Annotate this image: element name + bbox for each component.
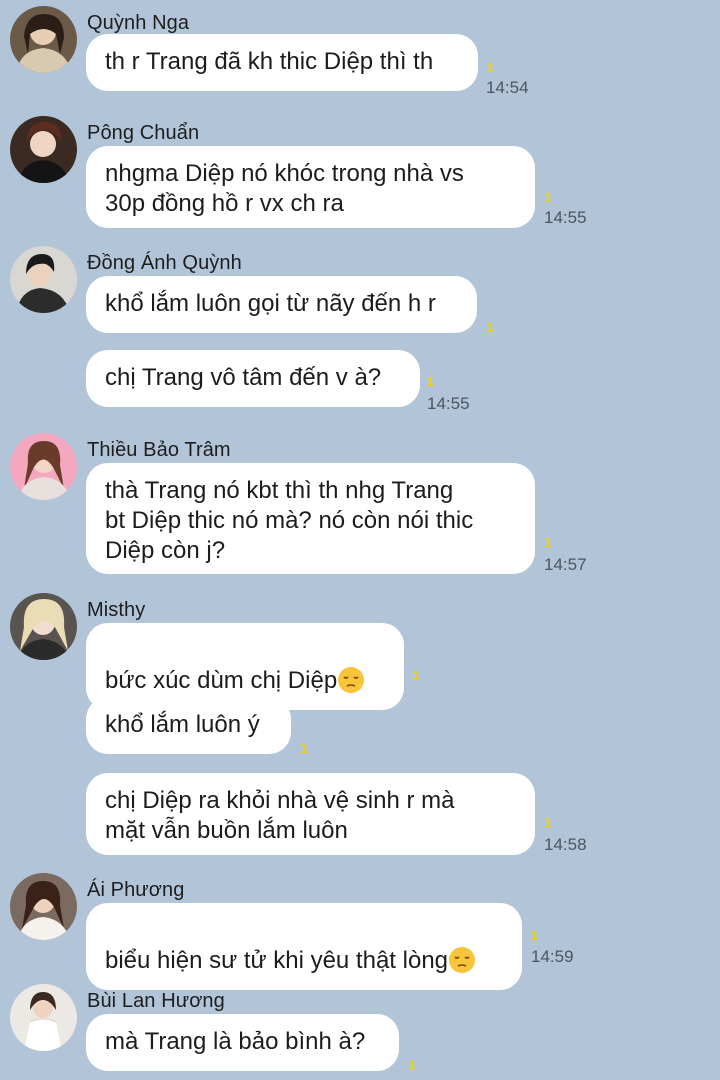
message-time: 14:58 [544,835,587,854]
avatar-dong-anh-quynh[interactable] [10,246,77,313]
message-bubble[interactable]: thà Trang nó kbt thì th nhg Trang bt Diệ… [86,463,535,574]
message-bubble[interactable]: mà Trang là bảo bình à? [86,1014,399,1071]
sender-name: Đồng Ánh Quỳnh [87,252,242,274]
sender-name: Ái Phương [87,879,185,901]
message: khổ lắm luôn gọi từ nãy đến h r [86,276,477,333]
sender-name: Pông Chuẩn [87,122,200,144]
message-text: biểu hiện sư tử khi yêu thật lòng [105,947,449,974]
avatar-bui-lan-huong[interactable] [10,984,77,1051]
message-time: 14:54 [486,78,529,97]
unread-count: 1 [531,928,539,943]
message-time: 14:55 [544,208,587,227]
avatar-thieu-bao-tram[interactable] [10,433,77,500]
message-time: 14:57 [544,555,587,574]
unread-count: 1 [412,668,420,683]
message-time: 14:55 [427,394,470,413]
unread-count: 1 [300,741,308,756]
message-text: bức xúc dùm chị Diệp [105,667,338,694]
message: biểu hiện sư tử khi yêu thật lòng [86,903,522,990]
message: khổ lắm luôn ý [86,697,291,754]
message: nhgma Diệp nó khóc trong nhà vs 30p đồng… [86,146,535,228]
avatar-ai-phuong[interactable] [10,873,77,940]
sender-name: Bùi Lan Hương [87,990,225,1012]
unread-count: 1 [544,190,552,205]
sender-name: Misthy [87,599,146,621]
message: mà Trang là bảo bình à? [86,1014,399,1071]
message-bubble[interactable]: chị Diệp ra khỏi nhà vệ sinh r mà mặt vẫ… [86,773,535,855]
avatar-pong-chuan[interactable] [10,116,77,183]
message: thà Trang nó kbt thì th nhg Trang bt Diệ… [86,463,535,574]
message-time: 14:59 [531,947,574,966]
unread-count: 1 [427,374,435,389]
message-bubble[interactable]: biểu hiện sư tử khi yêu thật lòng [86,903,522,990]
pensive-face-emoji [338,667,365,693]
avatar-quynh-nga[interactable] [10,6,77,73]
message: chị Diệp ra khỏi nhà vệ sinh r mà mặt vẫ… [86,773,535,855]
message-bubble[interactable]: th r Trang đã kh thic Diệp thì th [86,34,478,91]
message-bubble[interactable]: khổ lắm luôn ý [86,697,291,754]
unread-count: 1 [408,1058,416,1073]
message: chị Trang vô tâm đến v à? [86,350,420,407]
pensive-face-emoji [449,947,476,973]
avatar-misthy[interactable] [10,593,77,660]
unread-count: 1 [544,815,552,830]
unread-count: 1 [486,60,494,75]
sender-name: Quỳnh Nga [87,12,190,34]
message-bubble[interactable]: nhgma Diệp nó khóc trong nhà vs 30p đồng… [86,146,535,228]
message-bubble[interactable]: khổ lắm luôn gọi từ nãy đến h r [86,276,477,333]
chat-screen: { "colors": { "background": "#b1c4d8", "… [0,0,720,1080]
message: th r Trang đã kh thic Diệp thì th [86,34,478,91]
message-bubble[interactable]: chị Trang vô tâm đến v à? [86,350,420,407]
sender-name: Thiều Bảo Trâm [87,439,231,461]
unread-count: 1 [544,535,552,550]
unread-count: 1 [486,320,494,335]
